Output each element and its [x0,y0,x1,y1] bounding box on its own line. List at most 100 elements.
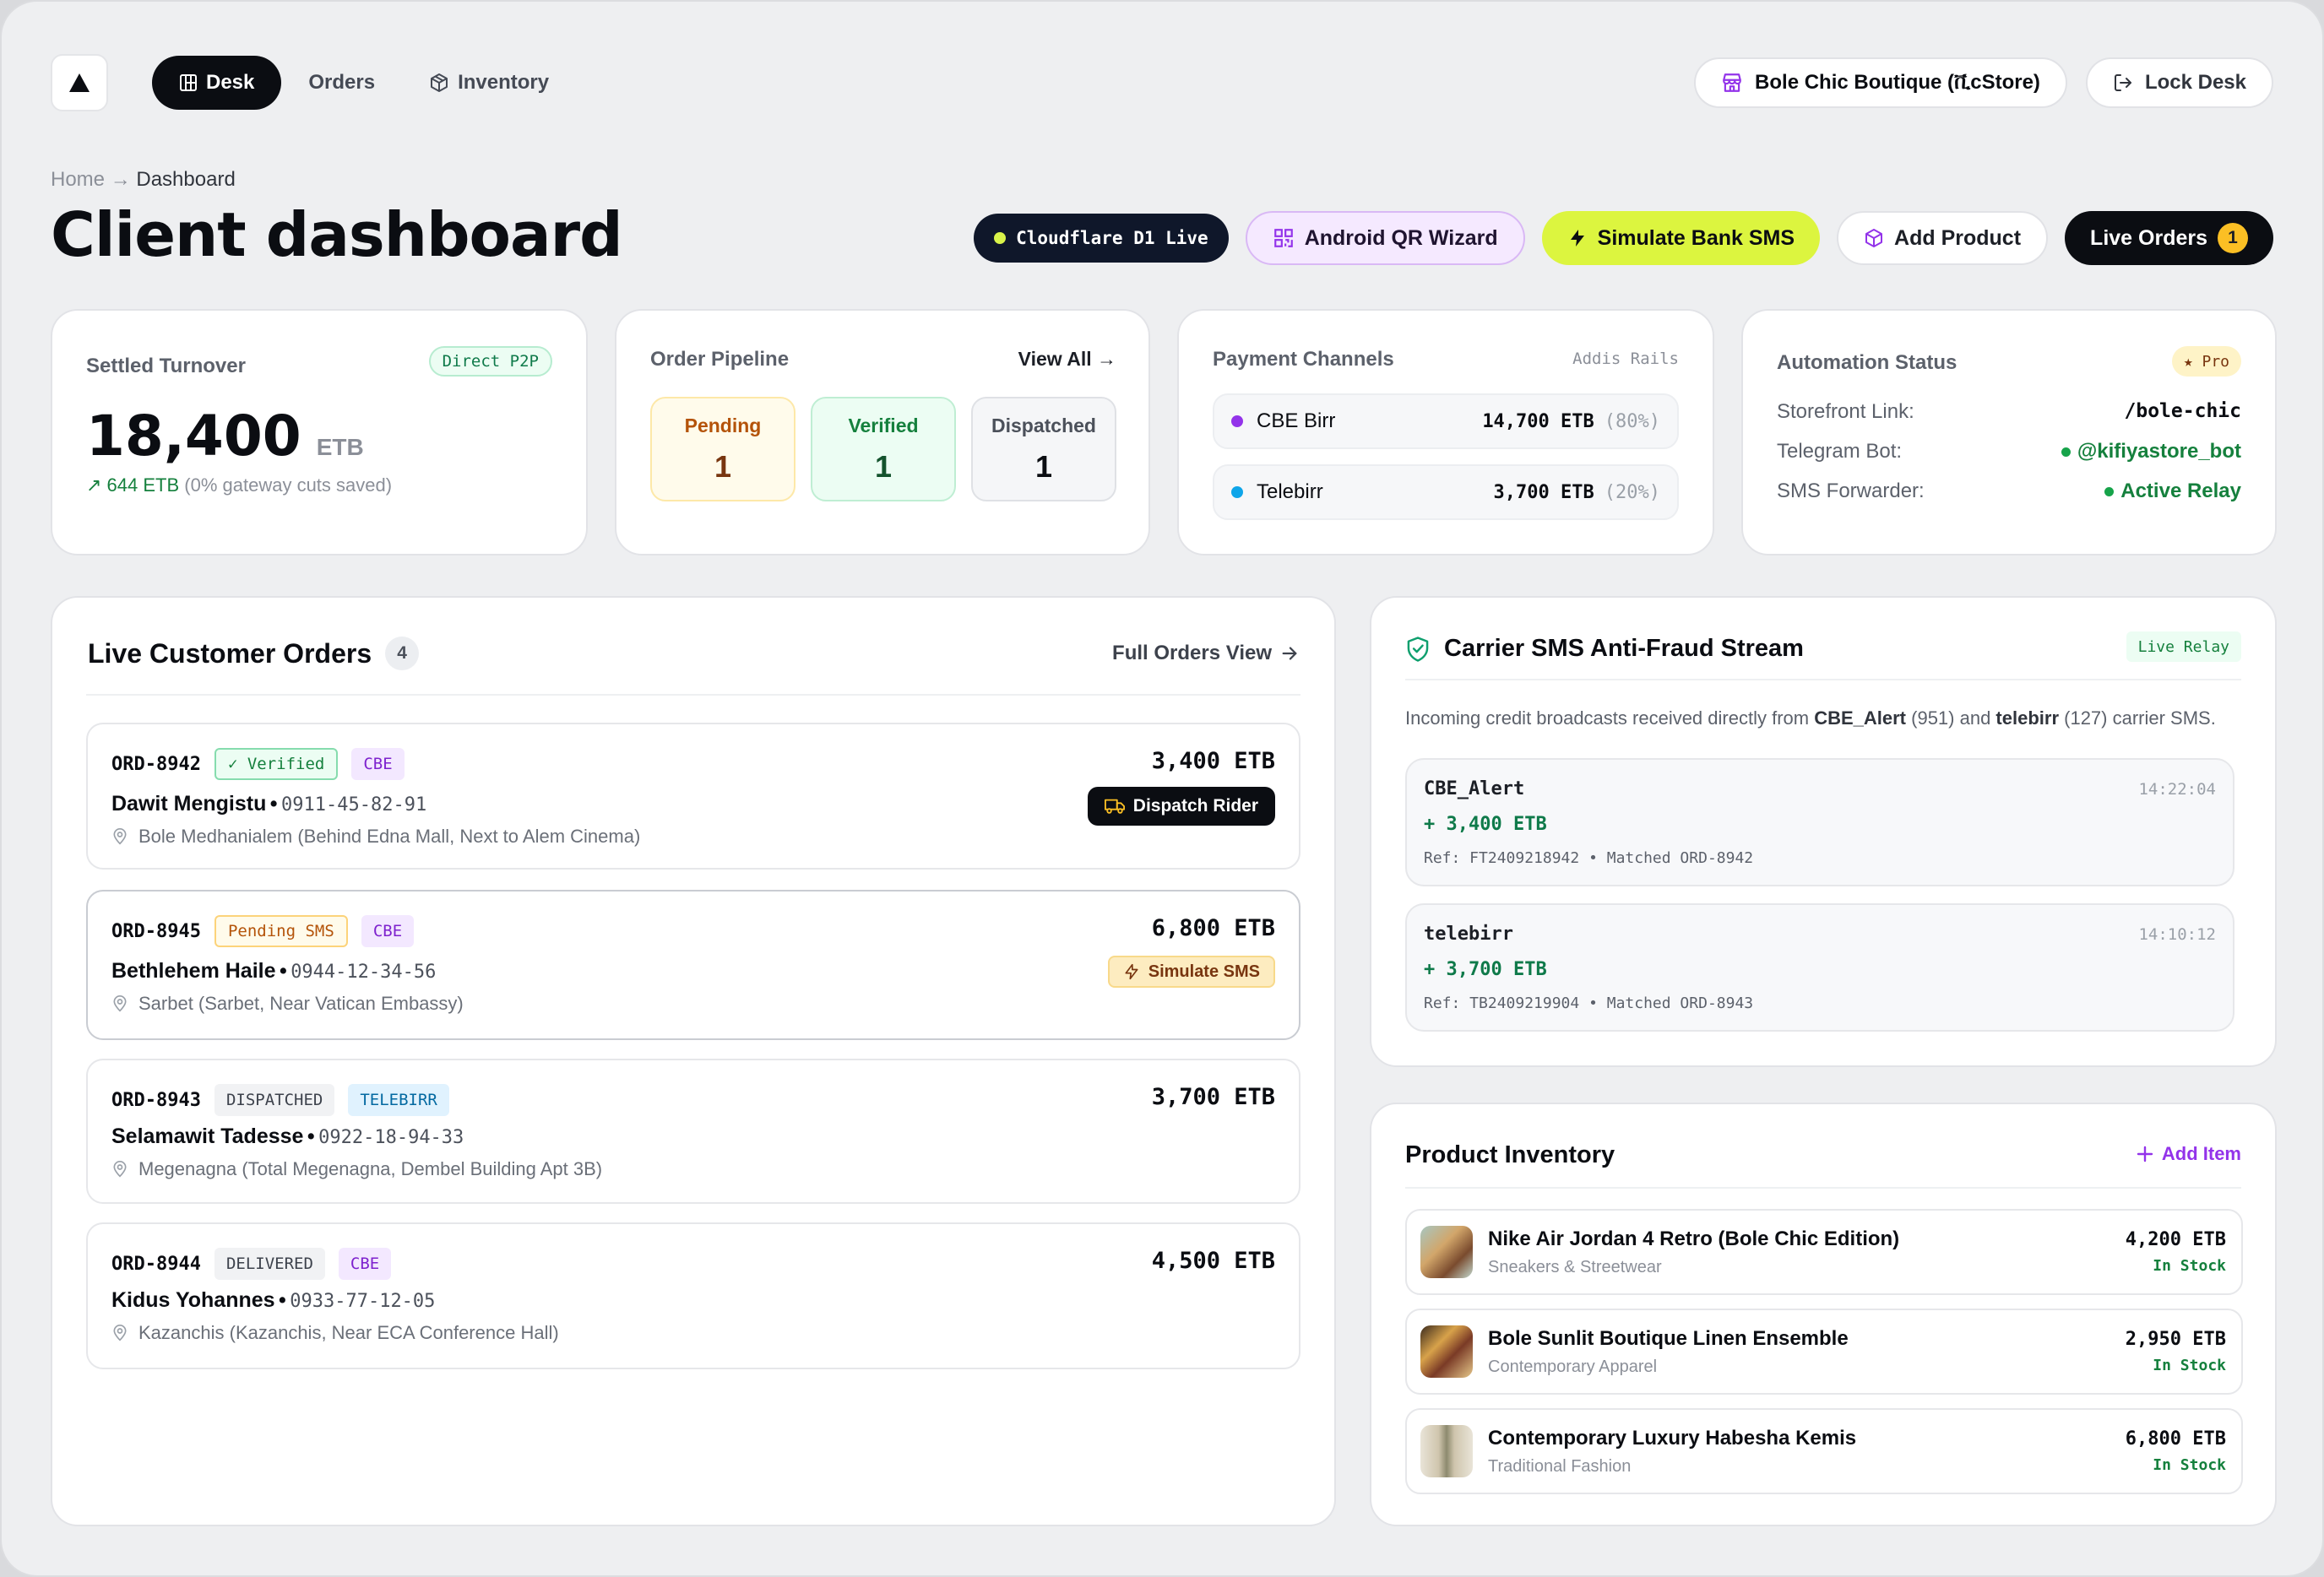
package-icon [431,73,448,92]
orders-count-badge: 4 [385,637,420,670]
product-price: 2,950 ETB [2125,1329,2226,1350]
stock-status: In Stock [2153,1456,2226,1474]
order-card[interactable]: ORD-8944 DELIVERED CBE Kidus Yohannes • … [86,1222,1300,1369]
channel-dot-icon [1231,415,1243,427]
live-orders-button[interactable]: Live Orders 1 [2065,211,2273,265]
channel-name: Telebirr [1257,480,1323,503]
automation-status-card: Automation Status ★ Pro Storefront Link:… [1741,309,2277,555]
live-relay-badge: Live Relay [2126,631,2241,662]
add-product-button[interactable]: Add Product [1837,211,2049,265]
breadcrumb-separator: → [110,168,131,191]
store-name: Bole Chic Boutique (ቪcStore) [1755,71,2040,94]
full-orders-view-label: Full Orders View [1112,642,1272,664]
sms-message: telebirr 14:10:12 + 3,700 ETB Ref: TB240… [1405,903,2234,1032]
sms-time: 14:22:04 [2138,780,2216,799]
channel-pct: (80%) [1604,410,1660,432]
pro-badge: ★ Pro [2171,346,2241,377]
sms-stream-title: Carrier SMS Anti-Fraud Stream [1444,635,1804,662]
customer-phone: 0922-18-94-33 [318,1127,464,1148]
customer-name: Kidus Yohannes [111,1288,275,1312]
storefront-link-row: Storefront Link: /bole-chic [1777,400,2241,424]
top-nav: Desk Orders Inventory Bole Chic Boutique… [51,54,2273,111]
order-address-row: Megenagna (Total Megenagna, Dembel Build… [111,1158,602,1180]
add-product-label: Add Product [1894,225,2022,250]
tab-inventory-label: Inventory [458,71,550,94]
order-card[interactable]: ORD-8945 Pending SMS CBE Bethlehem Haile… [86,890,1300,1040]
logo[interactable] [51,54,108,111]
logout-icon [2114,74,2131,91]
storefront-link-value[interactable]: /bole-chic [2125,400,2241,424]
live-orders-count-badge: 1 [2218,223,2248,253]
pipeline-dispatched[interactable]: Dispatched 1 [971,397,1116,501]
sms-forwarder-key: SMS Forwarder: [1777,480,1925,502]
tab-desk[interactable]: Desk [152,56,282,110]
live-dot-icon [994,232,1007,244]
breadcrumb-home[interactable]: Home [51,168,105,191]
name-separator: • [307,1124,315,1148]
android-qr-wizard-button[interactable]: Android QR Wizard [1245,211,1525,265]
db-status-label: Cloudflare D1 Live [1016,228,1208,248]
live-orders-title: Live Customer Orders [88,637,372,669]
store-selector[interactable]: Bole Chic Boutique (ቪcStore) [1694,57,2067,108]
shield-check-icon [1407,636,1429,662]
android-qr-wizard-label: Android QR Wizard [1304,225,1498,250]
pipeline-pending-count: 1 [714,448,732,484]
name-separator: • [279,959,287,983]
direct-p2p-badge: Direct P2P [428,346,552,377]
customer-address: Megenagna (Total Megenagna, Dembel Build… [138,1158,603,1179]
lock-desk-button[interactable]: Lock Desk [2085,57,2273,108]
grid-icon [180,74,197,91]
order-card[interactable]: ORD-8943 DISPATCHED TELEBIRR Selamawit T… [86,1059,1300,1204]
triangle-logo-icon [69,73,90,92]
db-status-badge: Cloudflare D1 Live [974,214,1229,263]
order-card[interactable]: ORD-8942 ✓ Verified CBE Dawit Mengistu •… [86,723,1300,870]
order-pipeline-title: Order Pipeline [650,348,790,371]
product-row[interactable]: Nike Air Jordan 4 Retro (Bole Chic Editi… [1405,1209,2243,1295]
turnover-value: 18,400 [86,404,301,469]
channel-dot-icon [1231,486,1243,498]
page-title: Client dashboard [51,199,623,270]
truck-icon [1104,799,1125,814]
product-name: Nike Air Jordan 4 Retro (Bole Chic Editi… [1488,1227,1900,1250]
product-name: Bole Sunlit Boutique Linen Ensemble [1488,1326,1849,1350]
tab-inventory[interactable]: Inventory [402,56,576,110]
customer-address: Sarbet (Sarbet, Near Vatican Embassy) [138,993,464,1014]
plus-icon [2137,1146,2153,1162]
desc-part: Incoming credit broadcasts received dire… [1405,707,1815,729]
product-row[interactable]: Bole Sunlit Boutique Linen Ensemble Cont… [1405,1309,2243,1395]
customer-name: Bethlehem Haile [111,959,276,983]
automation-status-title: Automation Status [1777,351,1957,374]
order-bank-badge: CBE [361,915,415,947]
view-all-link[interactable]: View All → [1018,348,1116,371]
sms-forwarder-value: Active Relay [2120,480,2241,502]
sms-message: CBE_Alert 14:22:04 + 3,400 ETB Ref: FT24… [1405,758,2234,886]
pipeline-verified[interactable]: Verified 1 [811,397,956,501]
pipeline-dispatched-count: 1 [1034,448,1053,484]
order-status-badge: ✓ Verified [214,748,339,780]
pipeline-pending[interactable]: Pending 1 [650,397,795,501]
order-amount: 6,800 ETB [1151,915,1275,941]
sms-sender: CBE_Alert [1424,778,1525,799]
payment-channels-card: Payment Channels Addis Rails CBE Birr 14… [1177,309,1714,555]
dispatch-rider-button[interactable]: Dispatch Rider [1087,787,1275,826]
product-category: Contemporary Apparel [1488,1357,1658,1376]
simulate-sms-button[interactable]: Simulate SMS [1107,956,1275,988]
arrow-right-icon [1282,647,1297,660]
add-item-button[interactable]: Add Item [2137,1143,2241,1165]
full-orders-view-link[interactable]: Full Orders View [1112,642,1299,665]
name-separator: • [279,1288,286,1312]
simulate-bank-sms-button[interactable]: Simulate Bank SMS [1541,211,1821,265]
live-orders-card: Live Customer Orders 4 Full Orders View … [51,596,1336,1526]
action-bar: Cloudflare D1 Live Android QR Wizard Sim… [974,211,2273,265]
settled-turnover-card: Settled Turnover Direct P2P 18,400 ETB ↗… [51,309,588,555]
product-inventory-card: Product Inventory Add Item Nike Air Jord… [1370,1103,2277,1526]
product-row[interactable]: Contemporary Luxury Habesha Kemis Tradit… [1405,1408,2243,1494]
app-frame: Desk Orders Inventory Bole Chic Boutique… [0,0,2324,1577]
telegram-bot-row: Telegram Bot: @kifiyastore_bot [1777,440,2241,463]
order-bank-badge: CBE [351,748,405,780]
telegram-bot-value[interactable]: @kifiyastore_bot [2077,440,2241,463]
order-id: ORD-8943 [111,1089,201,1111]
order-address-row: Bole Medhanialem (Behind Edna Mall, Next… [111,826,640,848]
sms-forwarder-row: SMS Forwarder: Active Relay [1777,480,2241,503]
tab-orders[interactable]: Orders [281,56,402,110]
